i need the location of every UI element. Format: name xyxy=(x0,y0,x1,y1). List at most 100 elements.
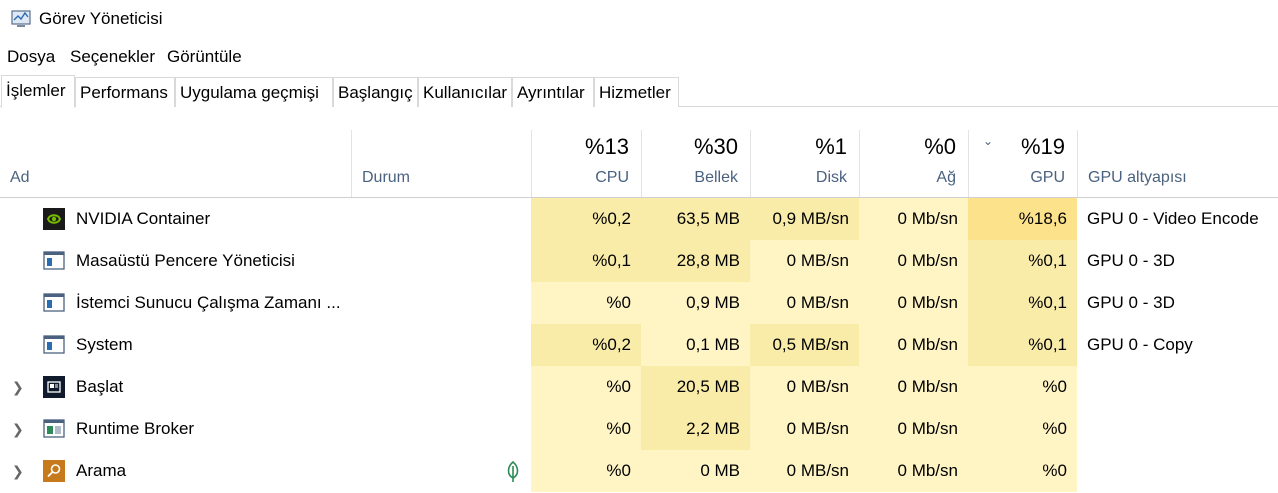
column-name-label: Ad xyxy=(10,169,30,186)
sort-descending-icon: ⌄ xyxy=(983,134,994,148)
window-icon xyxy=(43,335,65,354)
disk-total: %1 xyxy=(815,134,847,159)
network-cell: 0 Mb/sn xyxy=(859,408,968,450)
window-title: Görev Yöneticisi xyxy=(39,9,163,28)
table-row[interactable]: ❯ Arama %0 0 MB 0 MB/sn 0 Mb/sn %0 xyxy=(0,450,1278,492)
process-name: System xyxy=(76,335,133,354)
table-row[interactable]: NVIDIA Container %0,2 63,5 MB 0,9 MB/sn … xyxy=(0,198,1278,240)
expand-chevron-icon[interactable]: ❯ xyxy=(12,379,26,395)
disk-cell: 0,9 MB/sn xyxy=(750,198,859,240)
column-name[interactable]: Ad xyxy=(0,130,351,197)
expand-chevron-icon[interactable]: ❯ xyxy=(12,463,26,479)
disk-cell: 0,5 MB/sn xyxy=(750,324,859,366)
network-cell: 0 Mb/sn xyxy=(859,324,968,366)
menu-secenekler[interactable]: Seçenekler xyxy=(70,47,155,67)
network-cell: 0 Mb/sn xyxy=(859,450,968,492)
menu-goruntule[interactable]: Görüntüle xyxy=(167,47,242,67)
broker-icon xyxy=(43,419,65,438)
cpu-cell: %0,2 xyxy=(531,324,641,366)
column-disk-label: Disk xyxy=(815,169,847,186)
gpu-engine-cell xyxy=(1077,366,1278,408)
window-icon xyxy=(43,293,65,312)
column-network[interactable]: %0 Ağ xyxy=(859,130,968,197)
tab-strip: İşlemler Performans Uygulama geçmişi Baş… xyxy=(0,75,1278,108)
gpu-cell: %0,1 xyxy=(968,240,1077,282)
tab-hizmetler[interactable]: Hizmetler xyxy=(594,77,679,107)
cpu-cell: %0,1 xyxy=(531,240,641,282)
menu-dosya[interactable]: Dosya xyxy=(7,47,55,67)
process-name: Başlat xyxy=(76,377,124,396)
window-icon xyxy=(43,251,65,270)
disk-cell: 0 MB/sn xyxy=(750,366,859,408)
column-header: Ad Durum %13 CPU %30 Bellek %1 Disk %0 A… xyxy=(0,130,1278,198)
memory-cell: 28,8 MB xyxy=(641,240,750,282)
network-total: %0 xyxy=(924,134,956,159)
gpu-engine-cell: GPU 0 - Copy xyxy=(1087,335,1193,354)
gpu-total: %19 xyxy=(1020,134,1065,159)
column-cpu-label: CPU xyxy=(595,169,629,186)
task-manager-icon xyxy=(11,10,31,27)
cpu-cell: %0,2 xyxy=(531,198,641,240)
column-disk[interactable]: %1 Disk xyxy=(750,130,859,197)
column-cpu[interactable]: %13 CPU xyxy=(531,130,641,197)
search-icon xyxy=(43,460,65,482)
column-memory[interactable]: %30 Bellek xyxy=(641,130,750,197)
network-cell: 0 Mb/sn xyxy=(859,198,968,240)
process-name: Masaüstü Pencere Yöneticisi xyxy=(76,251,295,270)
memory-total: %30 xyxy=(693,134,738,159)
tab-performans[interactable]: Performans xyxy=(75,77,175,107)
gpu-cell: %0,1 xyxy=(968,282,1077,324)
column-status[interactable]: Durum xyxy=(351,130,531,197)
tab-kullanicilar[interactable]: Kullanıcılar xyxy=(418,77,512,107)
cpu-total: %13 xyxy=(584,134,629,159)
disk-cell: 0 MB/sn xyxy=(750,282,859,324)
cpu-cell: %0 xyxy=(531,450,641,492)
table-row[interactable]: ❯ Runtime Broker %0 2,2 MB 0 MB/sn 0 Mb/… xyxy=(0,408,1278,450)
table-row[interactable]: System %0,2 0,1 MB 0,5 MB/sn 0 Mb/sn %0,… xyxy=(0,324,1278,366)
gpu-engine-cell: GPU 0 - Video Encode xyxy=(1087,209,1259,228)
cpu-cell: %0 xyxy=(531,408,641,450)
process-name: Runtime Broker xyxy=(76,419,195,438)
memory-cell: 0 MB xyxy=(641,450,750,492)
tab-uygulama-gecmisi[interactable]: Uygulama geçmişi xyxy=(175,77,333,107)
tab-baslangic[interactable]: Başlangıç xyxy=(333,77,418,107)
memory-cell: 0,9 MB xyxy=(641,282,750,324)
gpu-cell: %0,1 xyxy=(968,324,1077,366)
table-row[interactable]: Masaüstü Pencere Yöneticisi %0,1 28,8 MB… xyxy=(0,240,1278,282)
memory-cell: 0,1 MB xyxy=(641,324,750,366)
table-row[interactable]: ❯ Başlat %0 20,5 MB 0 MB/sn 0 Mb/sn %0 xyxy=(0,366,1278,408)
column-gpu-engine[interactable]: GPU altyapısı xyxy=(1077,130,1278,197)
disk-cell: 0 MB/sn xyxy=(750,450,859,492)
expand-chevron-icon[interactable]: ❯ xyxy=(12,421,26,437)
cpu-cell: %0 xyxy=(531,366,641,408)
column-network-label: Ağ xyxy=(936,169,956,186)
disk-cell: 0 MB/sn xyxy=(750,240,859,282)
gpu-cell: %0 xyxy=(968,366,1077,408)
cpu-cell: %0 xyxy=(531,282,641,324)
gpu-engine-cell xyxy=(1077,408,1278,450)
process-name: İstemci Sunucu Çalışma Zamanı ... xyxy=(76,293,341,312)
process-name: Arama xyxy=(76,461,127,480)
network-cell: 0 Mb/sn xyxy=(859,282,968,324)
tab-ayrintilar[interactable]: Ayrıntılar xyxy=(512,77,594,107)
memory-cell: 63,5 MB xyxy=(641,198,750,240)
gpu-engine-cell xyxy=(1077,450,1278,492)
column-status-label: Durum xyxy=(362,169,411,186)
gpu-engine-cell: GPU 0 - 3D xyxy=(1087,251,1175,270)
column-gpu-engine-label: GPU altyapısı xyxy=(1088,169,1187,186)
network-cell: 0 Mb/sn xyxy=(859,366,968,408)
gpu-engine-cell: GPU 0 - 3D xyxy=(1087,293,1175,312)
gpu-cell: %18,6 xyxy=(968,198,1077,240)
column-gpu[interactable]: ⌄ %19 GPU xyxy=(968,130,1077,197)
column-memory-label: Bellek xyxy=(694,169,738,186)
table-row[interactable]: İstemci Sunucu Çalışma Zamanı ... %0 0,9… xyxy=(0,282,1278,324)
tab-islemler[interactable]: İşlemler xyxy=(1,75,75,108)
gpu-cell: %0 xyxy=(968,408,1077,450)
disk-cell: 0 MB/sn xyxy=(750,408,859,450)
title-bar: Görev Yöneticisi xyxy=(0,0,1278,40)
suspended-leaf-icon xyxy=(507,461,519,482)
memory-cell: 2,2 MB xyxy=(641,408,750,450)
menu-bar: Dosya Seçenekler Görüntüle xyxy=(0,44,1278,70)
memory-cell: 20,5 MB xyxy=(641,366,750,408)
nvidia-icon xyxy=(43,208,65,230)
